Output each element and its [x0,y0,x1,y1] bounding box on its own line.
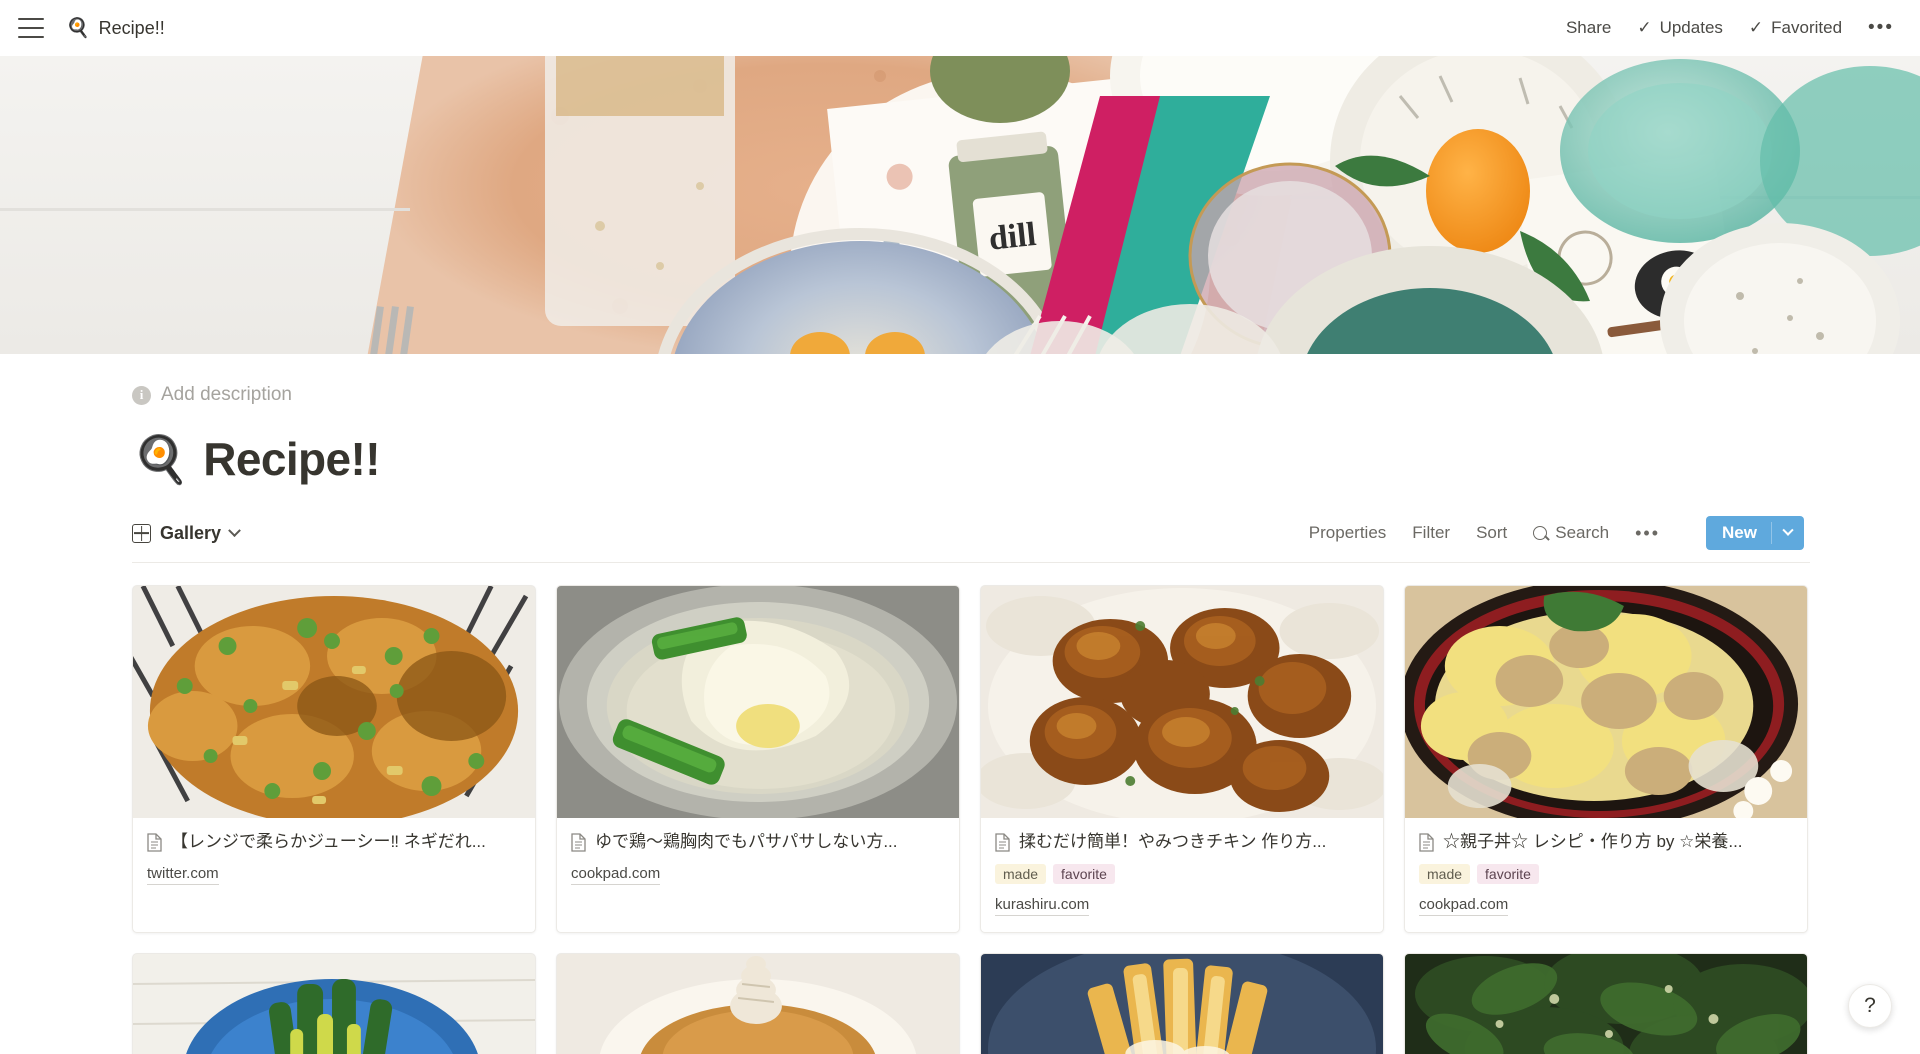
card-title-row: ☆親子丼☆ レシピ・作り方 by ☆栄養... [1419,831,1793,853]
search-icon [1533,526,1548,540]
search-label: Search [1555,523,1610,542]
toolbar-actions: Properties Filter Sort Search ••• New [1309,516,1804,550]
card-source-link[interactable]: cookpad.com [571,864,661,886]
card-image [557,954,959,1054]
check-icon: ✓ [1748,18,1764,37]
card-image [557,586,959,818]
hamburger-menu-icon[interactable] [18,18,44,38]
card-body: 【レンジで柔らかジューシー‼ ネギだれ... twitter.com [133,818,535,901]
view-tab-gallery[interactable]: Gallery [132,522,241,544]
card-source-link[interactable]: cookpad.com [1419,895,1509,917]
document-icon [571,833,586,852]
card-title-row: 【レンジで柔らかジューシー‼ ネギだれ... [147,831,521,853]
top-bar: 🍳 Recipe!! Share ✓ Updates ✓ Favorited •… [0,0,1920,56]
tag-favorite: favorite [1477,864,1539,885]
favorited-button[interactable]: ✓ Favorited [1749,18,1842,38]
cover-image[interactable]: dill [0,56,1920,354]
card-title: ゆで鶏〜鶏胸肉でもパサパサしない方... [595,832,898,851]
add-description-button[interactable]: i Add description [132,384,1810,406]
search-button[interactable]: Search [1533,523,1609,543]
info-icon: i [132,385,151,405]
favorited-label: Favorited [1771,18,1843,37]
gallery-grid-icon [132,523,151,543]
share-button[interactable]: Share [1566,18,1611,38]
card-body: ☆親子丼☆ レシピ・作り方 by ☆栄養... made favorite co… [1405,818,1807,932]
card-source-link[interactable]: twitter.com [147,864,219,886]
card-tags: made favorite [1419,864,1793,885]
card-body: 揉むだけ簡単！やみつきチキン 作り方... made favorite kura… [981,818,1383,932]
card-image [133,586,535,818]
card-image [1405,954,1807,1054]
gallery-card[interactable]: 揉むだけ簡単！やみつきチキン 作り方... made favorite kura… [980,585,1384,934]
check-icon: ✓ [1637,18,1652,37]
chevron-down-icon [1782,524,1794,536]
add-description-label: Add description [161,384,292,405]
gallery-card[interactable] [132,953,536,1054]
properties-button[interactable]: Properties [1309,523,1386,543]
page-title[interactable]: 🍳 Recipe!! [132,432,1810,486]
database-toolbar: Gallery Properties Filter Sort Search ••… [132,516,1810,563]
gallery-grid-row-2 [132,953,1810,1054]
card-body: ゆで鶏〜鶏胸肉でもパサパサしない方... cookpad.com [557,818,959,901]
page-content: i Add description 🍳 Recipe!! Gallery Pro… [0,384,1920,1054]
new-button-label: New [1722,523,1757,542]
tag-favorite: favorite [1053,864,1115,885]
tag-made: made [995,864,1047,885]
page-emoji-icon: 🍳 [66,17,90,39]
more-options-icon[interactable]: ••• [1868,17,1894,39]
help-button[interactable]: ? [1848,984,1892,1028]
tag-made: made [1419,864,1471,885]
card-image [981,586,1383,818]
gallery-card[interactable]: ゆで鶏〜鶏胸肉でもパサパサしない方... cookpad.com [556,585,960,934]
card-title-row: 揉むだけ簡単！やみつきチキン 作り方... [995,831,1369,853]
sort-button[interactable]: Sort [1476,523,1507,543]
toolbar-more-icon[interactable]: ••• [1635,523,1660,544]
card-title: ☆親子丼☆ レシピ・作り方 by ☆栄養... [1443,832,1743,851]
document-icon [1419,833,1434,852]
card-title-row: ゆで鶏〜鶏胸肉でもパサパサしない方... [571,831,945,853]
updates-label: Updates [1659,18,1723,37]
new-button-dropdown[interactable] [1772,516,1804,550]
card-title: 揉むだけ簡単！やみつきチキン 作り方... [1019,832,1327,851]
filter-button[interactable]: Filter [1412,523,1450,543]
top-bar-actions: Share ✓ Updates ✓ Favorited ••• [1566,17,1894,39]
updates-button[interactable]: ✓ Updates [1637,18,1723,38]
gallery-card[interactable] [556,953,960,1054]
gallery-grid: 【レンジで柔らかジューシー‼ ネギだれ... twitter.com ゆで鶏〜鶏… [132,585,1810,934]
card-image [133,954,535,1054]
document-icon [995,833,1010,852]
card-source-link[interactable]: kurashiru.com [995,895,1090,917]
gallery-card[interactable] [1404,953,1808,1054]
card-image [981,954,1383,1054]
card-title: 【レンジで柔らかジューシー‼ ネギだれ... [171,832,486,851]
new-button[interactable]: New [1706,516,1804,550]
breadcrumb-title[interactable]: Recipe!! [99,18,165,39]
document-icon [147,833,162,852]
gallery-card[interactable] [980,953,1384,1054]
page-title-text: Recipe!! [203,433,380,485]
gallery-card[interactable]: ☆親子丼☆ レシピ・作り方 by ☆栄養... made favorite co… [1404,585,1808,934]
svg-text:dill: dill [987,216,1038,258]
view-tab-label: Gallery [160,522,222,543]
card-image [1405,586,1807,818]
gallery-card[interactable]: 【レンジで柔らかジューシー‼ ネギだれ... twitter.com [132,585,536,934]
chevron-down-icon [228,523,241,537]
page-title-emoji-icon: 🍳 [132,433,190,485]
card-tags: made favorite [995,864,1369,885]
